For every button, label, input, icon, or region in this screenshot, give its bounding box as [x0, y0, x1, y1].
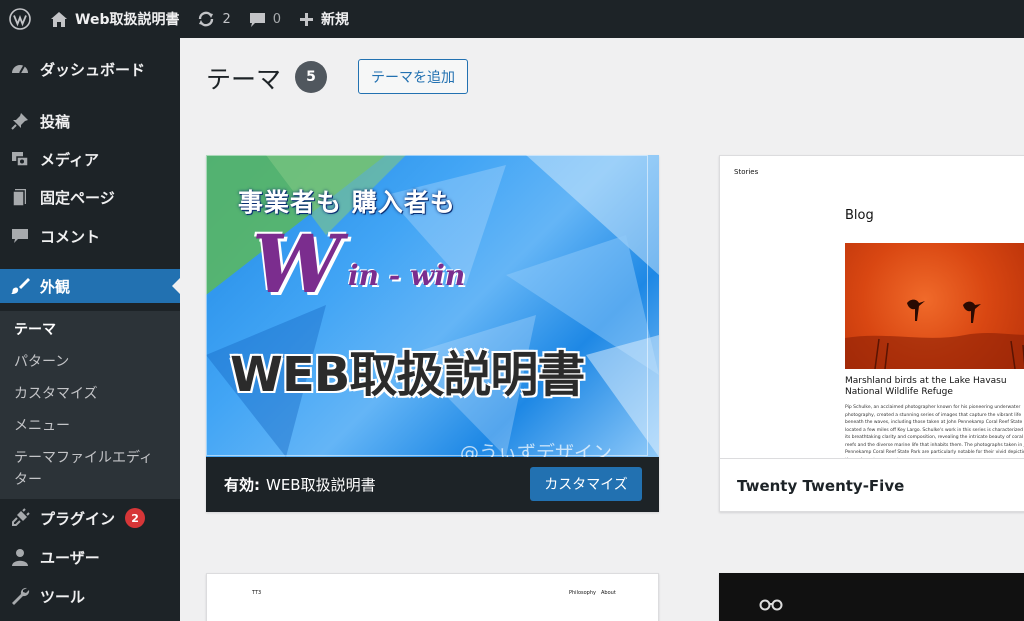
admin-sidebar: ダッシュボード 投稿 メディア 固定ページ コメント 外観 テーマ パターン カ… — [0, 38, 180, 621]
menu-comments[interactable]: コメント — [0, 219, 180, 253]
theme-screenshot: 事業者も 購入者も W in - win WEB取扱説明書 @うぃずデザイン — [206, 155, 659, 457]
brush-icon — [11, 278, 30, 294]
menu-label: プラグイン — [40, 509, 116, 528]
theme-name-bar: Twenty Twenty-Five — [720, 458, 1024, 511]
menu-label: メディア — [40, 150, 99, 169]
menu-appearance[interactable]: 外観 — [0, 269, 180, 303]
menu-tools[interactable]: ツール — [0, 579, 180, 613]
screenshot-logo-w: W — [252, 217, 342, 311]
plugin-icon — [12, 508, 30, 526]
submenu-customize[interactable]: カスタマイズ — [14, 383, 174, 405]
wordpress-logo-icon — [9, 8, 31, 30]
screenshot-main-text: WEB取扱説明書 — [230, 347, 585, 403]
add-theme-button[interactable]: テーマを追加 — [358, 59, 468, 94]
comments-link[interactable]: 0 — [240, 0, 290, 38]
menu-plugins[interactable]: プラグイン 2 — [0, 501, 180, 535]
menu-label: コメント — [40, 227, 101, 246]
menu-label: 固定ページ — [40, 188, 115, 207]
preview-image — [845, 243, 1024, 369]
page-icon — [12, 189, 26, 207]
user-icon — [12, 549, 28, 566]
submenu-theme-file-editor[interactable]: テーマファイルエディ ター — [14, 447, 174, 491]
page-title: テーマ — [206, 65, 282, 94]
admin-bar: Web取扱説明書 2 0 新規 — [0, 0, 1024, 38]
glasses-icon — [759, 599, 783, 611]
submenu-themes[interactable]: テーマ — [14, 319, 174, 341]
updates-link[interactable]: 2 — [188, 0, 239, 38]
preview-site-title: Stories — [734, 168, 759, 176]
theme-card-twenty-twenty-four[interactable] — [719, 573, 1024, 621]
wrench-icon — [12, 587, 30, 605]
birds-silhouette — [845, 299, 1024, 369]
comment-icon — [12, 229, 28, 243]
new-label: 新規 — [321, 12, 350, 28]
active-theme-bar: 有効: WEB取扱説明書 カスタマイズ — [206, 457, 659, 512]
preview-caption: Marshland birds at the Lake Havasu Natio… — [845, 376, 1007, 397]
media-icon — [12, 152, 29, 167]
menu-pages[interactable]: 固定ページ — [0, 180, 180, 214]
dashboard-icon — [12, 65, 28, 74]
active-theme-name: WEB取扱説明書 — [266, 476, 376, 494]
preview-nav-item: About — [601, 590, 616, 596]
screenshot-logo-rest: in - win — [348, 259, 466, 292]
submenu-label-line1: テーマファイルエディ — [14, 450, 154, 466]
wordpress-logo-button[interactable] — [0, 0, 41, 38]
theme-card-active[interactable]: 事業者も 購入者も W in - win WEB取扱説明書 @うぃずデザイン 有… — [206, 155, 659, 512]
theme-card-twenty-twenty-five[interactable]: Stories Blog Marshland birds at the Lake… — [719, 155, 1024, 512]
menu-dashboard[interactable]: ダッシュボード — [0, 52, 180, 86]
menu-label: ツール — [40, 587, 86, 606]
menu-label: 外観 — [40, 277, 71, 296]
site-name-link[interactable]: Web取扱説明書 — [41, 0, 188, 38]
preview-body-text: Pip Schulke, an acclaimed photographer k… — [845, 405, 1024, 458]
preview-heading: Blog — [845, 208, 874, 223]
plus-icon — [300, 12, 314, 26]
pin-icon — [11, 113, 28, 130]
theme-count-badge: 5 — [295, 61, 327, 93]
updates-icon — [199, 11, 214, 27]
theme-card-twenty-twenty-three[interactable]: TT3 Philosophy About — [206, 573, 659, 621]
comments-count: 0 — [272, 11, 282, 27]
customize-button[interactable]: カスタマイズ — [530, 467, 642, 501]
home-icon — [51, 11, 67, 27]
submenu-menus[interactable]: メニュー — [14, 415, 174, 437]
menu-users[interactable]: ユーザー — [0, 540, 180, 574]
menu-label: ダッシュボード — [40, 60, 146, 79]
submenu-label-line2: ター — [14, 472, 42, 488]
new-content-link[interactable]: 新規 — [290, 0, 358, 38]
preview-nav-item: Philosophy — [569, 590, 596, 596]
plugins-update-badge: 2 — [125, 508, 146, 528]
screenshot-tagline: 事業者も 購入者も — [238, 188, 456, 217]
submenu-patterns[interactable]: パターン — [14, 351, 174, 373]
menu-media[interactable]: メディア — [0, 142, 180, 176]
updates-count: 2 — [222, 11, 231, 27]
site-name: Web取扱説明書 — [75, 12, 180, 28]
active-label: 有効: — [224, 476, 260, 494]
theme-screenshot: Stories Blog Marshland birds at the Lake… — [720, 156, 1024, 458]
comment-icon — [249, 12, 265, 27]
theme-name: Twenty Twenty-Five — [737, 477, 905, 495]
preview-site-title: TT3 — [252, 590, 262, 596]
menu-posts[interactable]: 投稿 — [0, 104, 180, 138]
appearance-submenu: テーマ パターン カスタマイズ メニュー テーマファイルエディ ター — [0, 311, 180, 499]
screenshot-watermark: @うぃずデザイン — [460, 442, 613, 457]
main-content: テーマ 5 テーマを追加 事業者も 購入者も W in - win WEB取扱説… — [180, 38, 1024, 621]
menu-label: ユーザー — [40, 548, 100, 567]
menu-label: 投稿 — [40, 112, 71, 131]
